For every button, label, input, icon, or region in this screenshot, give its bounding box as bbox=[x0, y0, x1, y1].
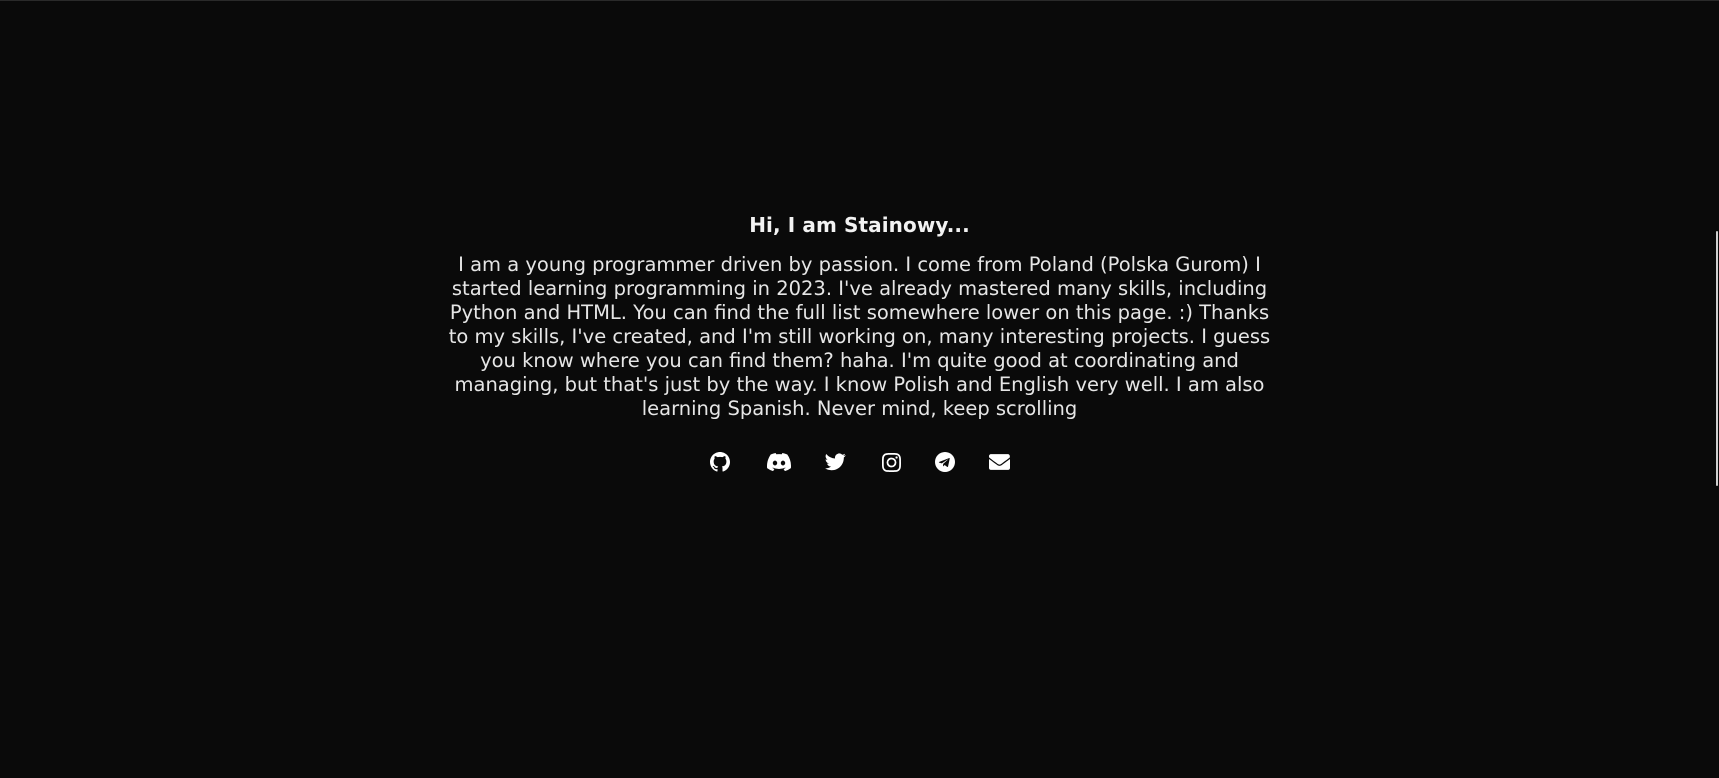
discord-link[interactable] bbox=[767, 452, 791, 472]
social-links bbox=[710, 452, 1010, 472]
discord-icon bbox=[767, 453, 791, 471]
instagram-link[interactable] bbox=[881, 452, 901, 472]
twitter-link[interactable] bbox=[824, 452, 846, 472]
envelope-icon bbox=[988, 454, 1010, 470]
telegram-link[interactable] bbox=[935, 452, 955, 472]
github-link[interactable] bbox=[710, 452, 730, 472]
twitter-icon bbox=[824, 453, 846, 471]
email-link[interactable] bbox=[988, 452, 1010, 472]
instagram-icon bbox=[881, 452, 901, 472]
hero-section: Hi, I am Stainowy... I am a young progra… bbox=[0, 211, 1719, 472]
github-icon bbox=[710, 452, 730, 472]
hero-title: Hi, I am Stainowy... bbox=[749, 213, 970, 237]
telegram-icon bbox=[935, 452, 955, 472]
scrollbar-thumb[interactable] bbox=[1716, 231, 1718, 486]
hero-bio: I am a young programmer driven by passio… bbox=[448, 253, 1271, 420]
scrollbar[interactable] bbox=[1713, 1, 1719, 778]
